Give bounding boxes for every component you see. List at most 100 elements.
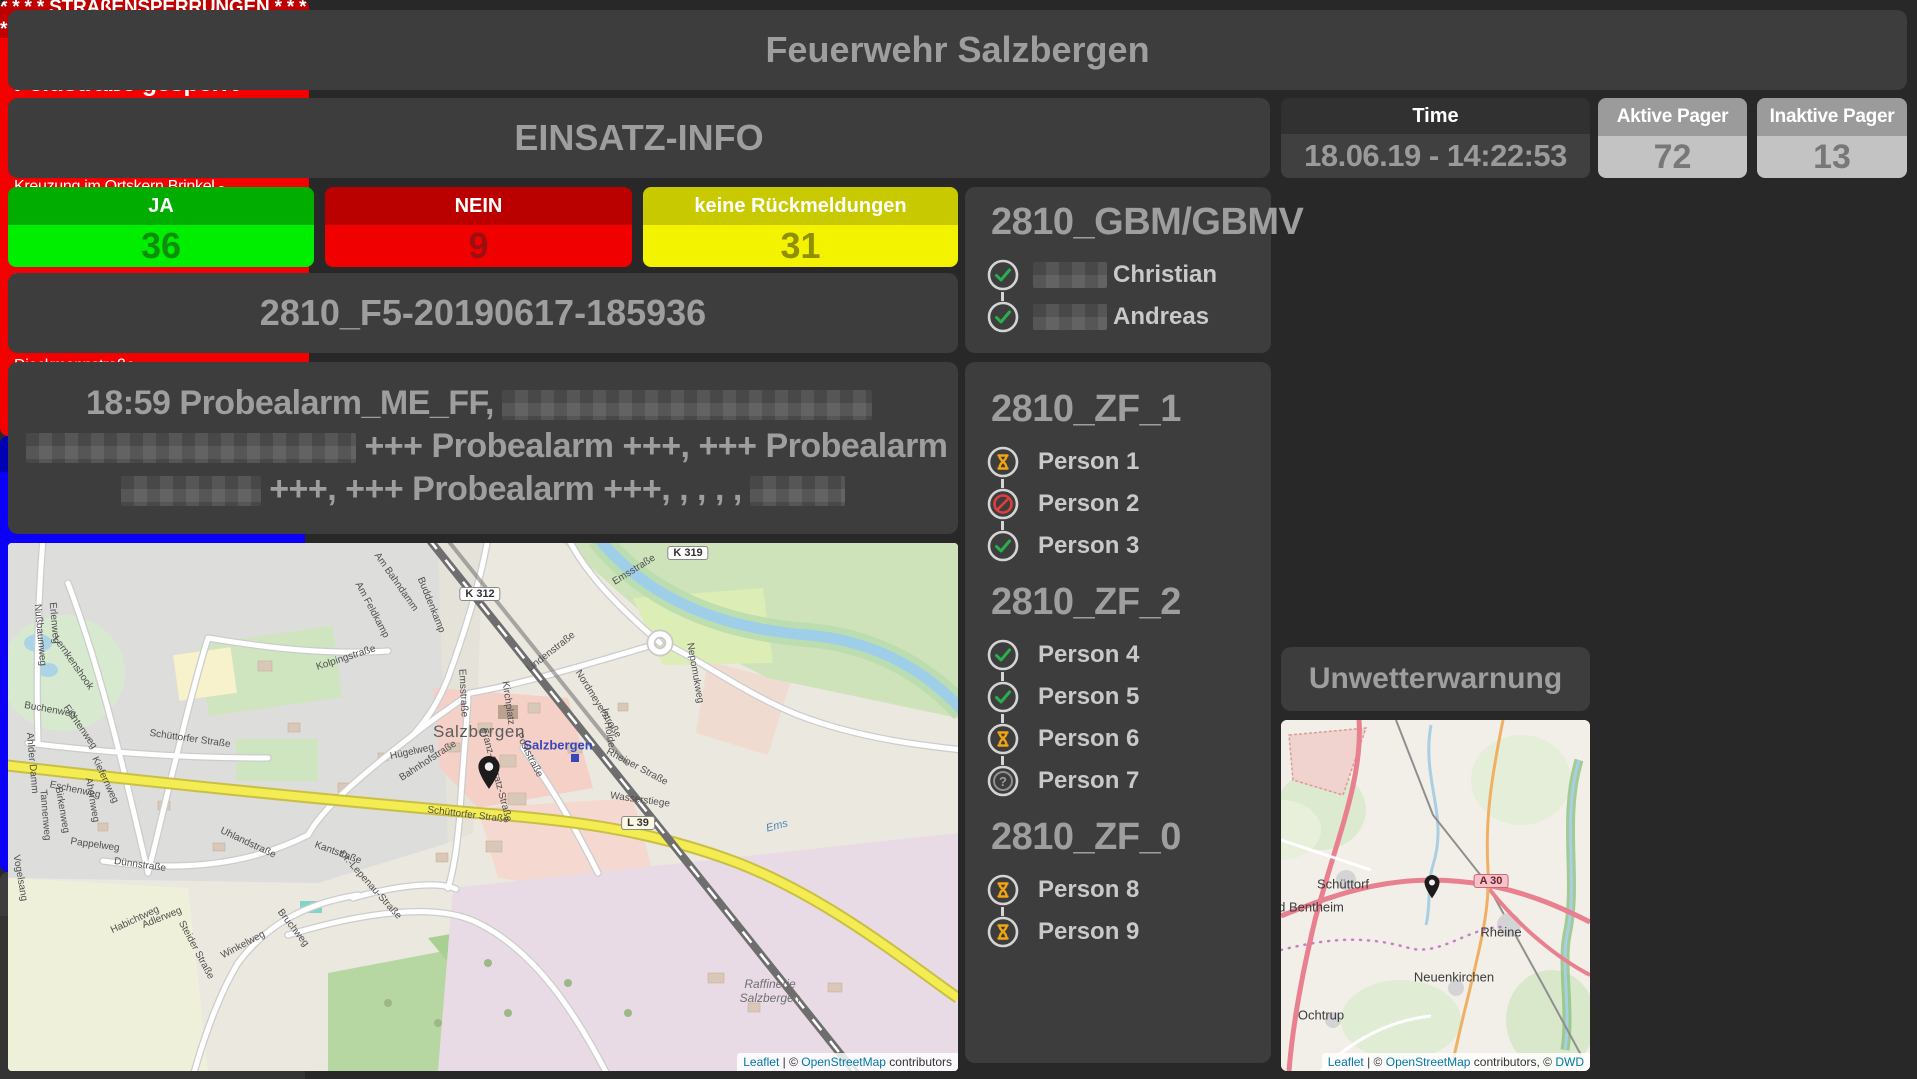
zf-section-list: 2810_ZF_1Person 1Person 2Person 32810_ZF… [979,388,1271,953]
member-row: Christian [979,254,1271,296]
member-name: Person 8 [1038,876,1139,904]
inactive-pager-label: Inaktive Pager [1757,98,1907,136]
road-shield: K 312 [459,587,500,601]
time-value: 18.06.19 - 14:22:53 [1281,134,1590,178]
check-circle-icon [987,530,1019,562]
member-name: Christian [1113,261,1217,289]
member-row: Person 1 [979,441,1271,483]
redacted-name [1033,262,1107,288]
road-shield: A 30 [1474,874,1509,888]
page-title: Feuerwehr Salzbergen [765,29,1149,71]
app-header: Feuerwehr Salzbergen [8,10,1907,90]
response-yes-label: JA [8,187,314,225]
road-shield: L 39 [621,816,655,830]
einsatz-info-title: EINSATZ-INFO [514,117,763,159]
member-name: Person 2 [1038,490,1139,518]
einsatz-info-header: EINSATZ-INFO [8,98,1270,178]
map-graphic [8,543,958,1071]
attribution-text: | © [1364,1055,1386,1069]
member-row: Person 5 [979,676,1271,718]
hourglass-circle-icon [987,874,1019,906]
check-circle-icon [987,681,1019,713]
member-name: Person 7 [1038,767,1139,795]
declined-circle-icon [987,488,1019,520]
group-title: 2810_ZF_1 [991,388,1271,431]
alarm-text-line: 18:59 Probealarm_ME_FF, [8,382,958,425]
redacted-text [502,390,872,420]
check-circle-icon [987,259,1019,291]
member-name: Person 9 [1038,918,1139,946]
response-no-label: NEIN [325,187,632,225]
active-pager-box: Aktive Pager 72 [1598,98,1747,178]
svg-text:?: ? [999,774,1007,789]
zf-section: 2810_ZF_0 Person 8 Person 9 [979,816,1271,953]
member-row: Person 9 [979,911,1271,953]
active-pager-label: Aktive Pager [1598,98,1747,136]
alarm-id: 2810_F5-20190617-185936 [260,292,706,334]
response-none-box: keine Rückmeldungen 31 [643,187,958,267]
response-no-count: 9 [325,225,632,267]
weather-map-marker-icon [1423,874,1441,905]
response-none-count: 31 [643,225,958,267]
attribution-link[interactable]: OpenStreetMap [801,1055,886,1069]
response-no-box: NEIN 9 [325,187,632,267]
map-marker-icon [476,755,502,796]
attribution-link[interactable]: DWD [1555,1055,1584,1069]
member-name: Person 3 [1038,532,1139,560]
attribution-link[interactable]: OpenStreetMap [1386,1055,1471,1069]
alarm-id-panel: 2810_F5-20190617-185936 [8,273,958,353]
group-title: 2810_ZF_0 [991,816,1271,859]
member-row: Person 2 [979,483,1271,525]
group-title: 2810_GBM/GBMV [991,201,1271,244]
map-label: d Bentheim [1281,900,1344,915]
map-label: Neuenkirchen [1414,970,1494,985]
member-name: Person 1 [1038,448,1139,476]
weather-map[interactable]: Schüttorfd BentheimRheineNeuenkirchenOch… [1281,720,1590,1071]
question-circle-icon: ? [987,765,1019,797]
alarm-text-panel: 18:59 Probealarm_ME_FF,+++ Probealarm ++… [8,362,958,534]
group-panel-gbm: 2810_GBM/GBMV Christian Andreas [965,187,1271,353]
hourglass-circle-icon [987,446,1019,478]
redacted-text [121,476,261,506]
hourglass-circle-icon [987,723,1019,755]
alarm-text-line: +++ Probealarm +++, +++ Probealarm [8,425,958,468]
active-pager-count: 72 [1598,136,1747,178]
zf-section: 2810_ZF_2Person 4Person 5Person 6?Person… [979,581,1271,802]
response-yes-box: JA 36 [8,187,314,267]
redacted-text [750,476,845,506]
inactive-pager-count: 13 [1757,136,1907,178]
alarm-location-map[interactable]: SalzbergenSalzbergenEmsRaffinerie Salzbe… [8,543,958,1071]
map-label: Schüttorf [1317,877,1369,892]
member-row: Person 4 [979,634,1271,676]
weather-map-attribution[interactable]: Leaflet | © OpenStreetMap contributors, … [1322,1053,1590,1071]
weather-warning-title: Unwetterwarnung [1309,662,1562,696]
member-name: Person 4 [1038,641,1139,669]
member-name: Person 6 [1038,725,1139,753]
dashboard-screen: Feuerwehr Salzbergen EINSATZ-INFO Time 1… [0,0,1917,1079]
map-label: Salzbergen [523,738,592,753]
member-row: Person 6 [979,718,1271,760]
member-name: Andreas [1113,303,1209,331]
member-row: ? Person 7 [979,760,1271,802]
redacted-text [26,433,356,463]
zf-section: 2810_ZF_1 Person 1 Person 2 Person 3 [979,388,1271,567]
attribution-text: contributors, © [1470,1055,1555,1069]
hourglass-circle-icon [987,916,1019,948]
attribution-link[interactable]: Leaflet [1328,1055,1364,1069]
attribution-link[interactable]: Leaflet [743,1055,779,1069]
time-label: Time [1281,98,1590,134]
member-row: Andreas [979,296,1271,338]
member-row: Person 8 [979,869,1271,911]
attribution-text: | © [779,1055,801,1069]
inactive-pager-box: Inaktive Pager 13 [1757,98,1907,178]
group-member-list: Christian Andreas [979,254,1271,338]
map-label: Ochtrup [1298,1008,1344,1023]
map-attribution[interactable]: Leaflet | © OpenStreetMap contributors [737,1053,958,1071]
response-yes-count: 36 [8,225,314,267]
time-panel: Time 18.06.19 - 14:22:53 [1281,98,1590,178]
weather-warning-header: Unwetterwarnung [1281,647,1590,711]
map-label: Raffinerie Salzbergen [740,977,801,1005]
road-shield: K 319 [667,546,708,560]
member-name: Person 5 [1038,683,1139,711]
member-row: Person 3 [979,525,1271,567]
